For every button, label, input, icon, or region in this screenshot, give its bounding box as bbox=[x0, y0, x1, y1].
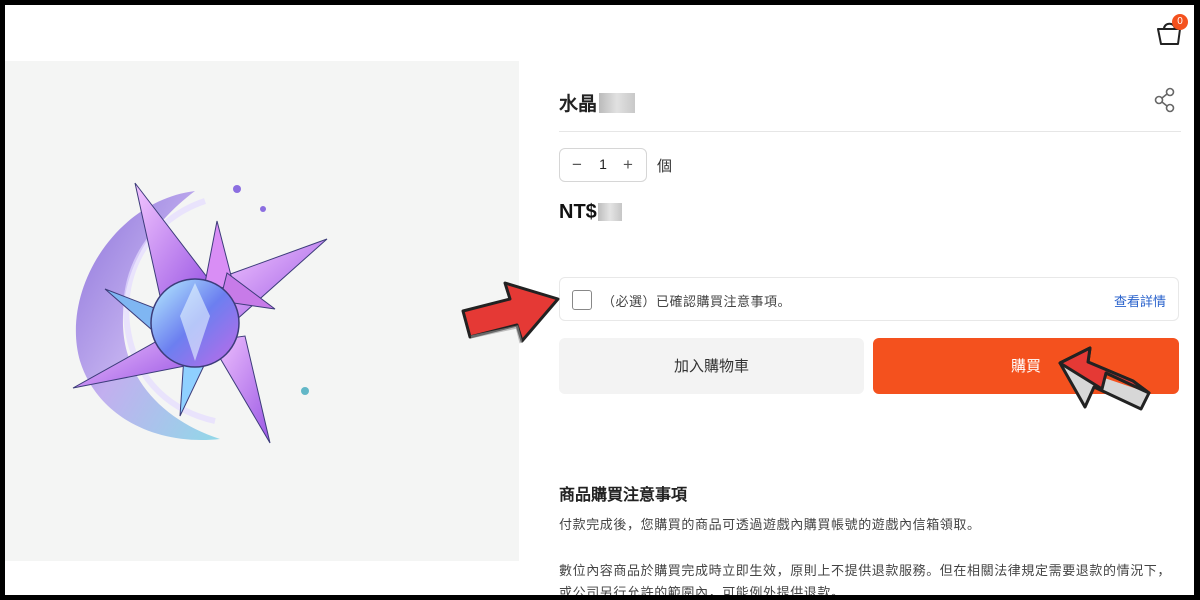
purchase-confirmation: （必選）已確認購買注意事項。 查看詳情 bbox=[559, 277, 1179, 321]
page-frame: 0 水晶 − 1 + 個 NT$ （必選）已確認購買注意事項。 查看詳情 加入購… bbox=[5, 5, 1194, 595]
quantity-stepper: − 1 + bbox=[559, 148, 647, 182]
title-divider bbox=[559, 131, 1181, 132]
view-details-link[interactable]: 查看詳情 bbox=[1114, 291, 1166, 310]
crystal-illustration bbox=[72, 182, 328, 444]
price-prefix: NT$ bbox=[559, 201, 597, 223]
notes-paragraph: 付款完成後，您購買的商品可透過遊戲內購買帳號的遊戲內信箱領取。 bbox=[559, 518, 981, 533]
product-title-row: 水晶 bbox=[559, 87, 1181, 117]
product-title: 水晶 bbox=[559, 89, 636, 116]
price: NT$ bbox=[559, 201, 622, 224]
confirm-checkbox[interactable] bbox=[572, 290, 592, 310]
redacted-price bbox=[597, 203, 622, 221]
buy-button[interactable]: 購買 bbox=[873, 338, 1179, 394]
notes-heading: 商品購買注意事項 bbox=[559, 485, 688, 504]
cart-count-badge: 0 bbox=[1172, 14, 1188, 30]
add-to-cart-button[interactable]: 加入購物車 bbox=[559, 338, 864, 394]
share-button[interactable] bbox=[1153, 87, 1177, 113]
increase-quantity-button[interactable]: + bbox=[618, 155, 638, 175]
quantity-unit: 個 bbox=[657, 157, 673, 175]
share-icon bbox=[1154, 87, 1175, 113]
decrease-quantity-button[interactable]: − bbox=[567, 155, 587, 175]
notes-paragraph: 數位內容商品於購買完成時立即生效，原則上不提供退款服務。但在相關法律規定需要退款… bbox=[559, 564, 1172, 595]
confirm-label: （必選）已確認購買注意事項。 bbox=[602, 295, 792, 310]
product-image bbox=[5, 61, 519, 561]
redacted-title-suffix bbox=[599, 93, 636, 113]
quantity-value[interactable]: 1 bbox=[590, 156, 616, 172]
product-title-text: 水晶 bbox=[559, 93, 598, 115]
cart-button[interactable]: 0 bbox=[1153, 13, 1188, 47]
